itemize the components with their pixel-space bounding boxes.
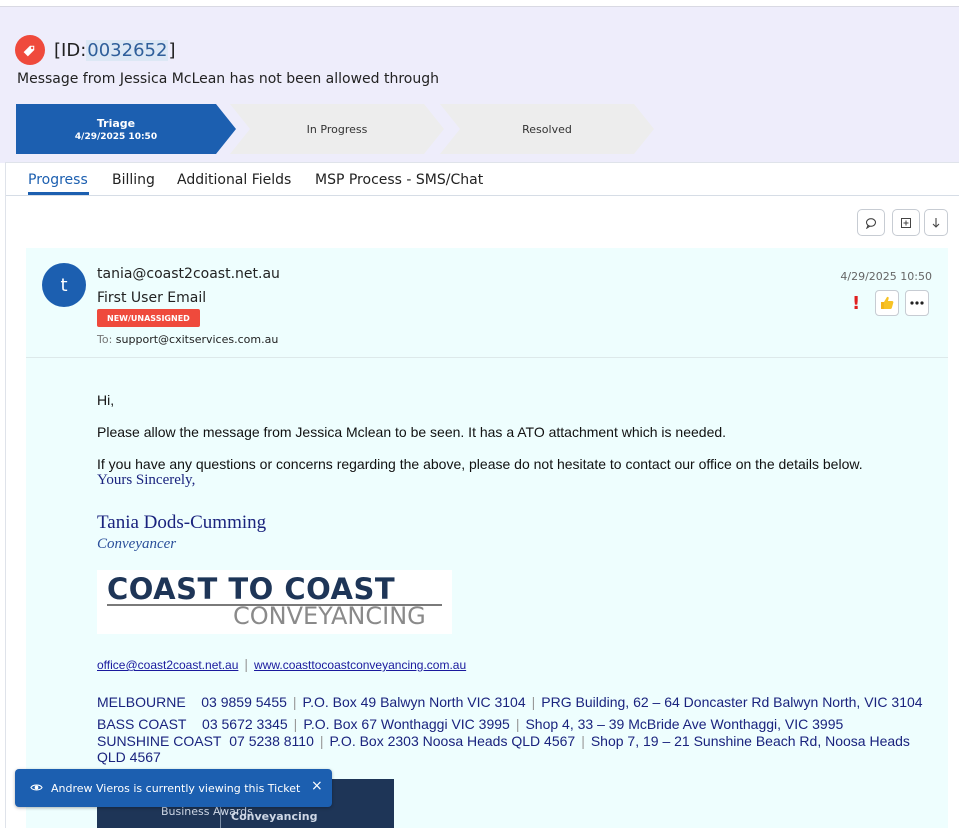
signature-name: Tania Dods-Cumming	[97, 512, 267, 533]
active-tab-indicator	[28, 192, 89, 195]
eye-icon	[30, 784, 43, 791]
status-badge: NEW/UNASSIGNED	[97, 309, 200, 327]
importance-icon: !	[852, 293, 861, 314]
tag-icon	[15, 35, 45, 65]
email-paragraph: Please allow the message from Jessica Mc…	[97, 424, 727, 440]
like-button[interactable]	[875, 290, 899, 316]
company-logo: COAST TO COAST CONVEYANCING	[97, 570, 452, 634]
office-melbourne: MELBOURNE 03 9859 5455 | P.O. Box 49 Balwy…	[97, 694, 923, 710]
ticket-id: [ID:0032652]	[54, 40, 176, 61]
email-from: tania@coast2coast.net.au	[97, 266, 280, 282]
email-message: t tania@coast2coast.net.au First User Em…	[26, 248, 948, 828]
close-icon[interactable]: ×	[311, 778, 323, 794]
website-link[interactable]: www.coasttocoastconveyancing.com.au	[254, 658, 466, 672]
comment-button[interactable]	[857, 209, 885, 236]
ticket-header: [ID:0032652] Message from Jessica McLean…	[0, 7, 959, 163]
tab-bar: Progress Billing Additional Fields MSP P…	[6, 163, 959, 196]
email-link[interactable]: office@coast2coast.net.au	[97, 658, 238, 672]
tab-progress[interactable]: Progress	[28, 172, 88, 188]
expand-icon	[901, 217, 911, 228]
toast-message: Andrew Vieros is currently viewing this …	[51, 782, 301, 795]
sort-button[interactable]	[924, 209, 948, 236]
viewer-toast: Andrew Vieros is currently viewing this …	[15, 769, 332, 807]
stage-triage[interactable]: Triage 4/29/2025 10:50	[16, 104, 236, 154]
stage-resolved[interactable]: Resolved	[440, 104, 654, 154]
tab-billing[interactable]: Billing	[112, 172, 155, 188]
signature-links: office@coast2coast.net.au | www.coasttocoa…	[97, 656, 467, 672]
comment-icon	[865, 217, 877, 229]
signature-closing: Yours Sincerely,	[97, 472, 196, 488]
tab-additional-fields[interactable]: Additional Fields	[177, 172, 291, 188]
office-sunshine-coast: SUNSHINE COAST 07 5238 8110 | P.O. Box 230…	[97, 733, 910, 765]
expand-button[interactable]	[892, 209, 920, 236]
email-date: 4/29/2025 10:50	[840, 270, 932, 283]
ticket-title: Message from Jessica McLean has not been…	[17, 71, 439, 87]
thumbs-up-icon	[881, 296, 894, 309]
stage-in-progress[interactable]: In Progress	[230, 104, 444, 154]
email-paragraph: If you have any questions or concerns re…	[97, 456, 863, 472]
tab-msp-process[interactable]: MSP Process - SMS/Chat	[315, 172, 483, 188]
top-border	[0, 0, 959, 7]
stage-progress: Triage 4/29/2025 10:50 In Progress Resol…	[16, 104, 676, 154]
more-button[interactable]	[905, 290, 929, 316]
arrow-down-icon	[932, 217, 940, 228]
email-greeting: Hi,	[97, 392, 115, 408]
email-recipient: To: support@cxitservices.com.au	[97, 333, 279, 346]
ticket-panel: Progress Billing Additional Fields MSP P…	[5, 162, 959, 828]
email-header: t tania@coast2coast.net.au First User Em…	[26, 248, 948, 358]
more-icon	[910, 301, 924, 305]
email-subject: First User Email	[97, 290, 207, 306]
signature-role: Conveyancer	[97, 536, 177, 552]
ticket-number[interactable]: 0032652	[86, 40, 169, 61]
office-bass-coast: BASS COAST 03 5672 3345 | P.O. Box 67 Wont…	[97, 716, 844, 732]
avatar: t	[42, 263, 86, 307]
